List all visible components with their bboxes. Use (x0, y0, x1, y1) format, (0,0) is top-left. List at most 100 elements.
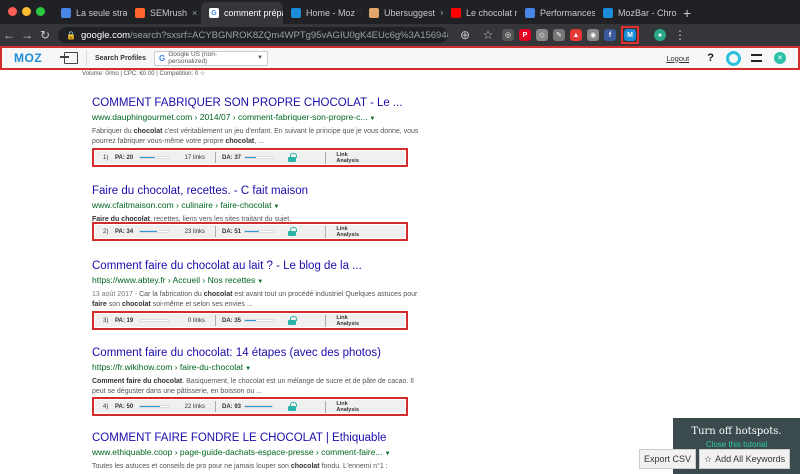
extension-icon[interactable]: ◎ (502, 29, 514, 41)
result-snippet: Toutes les astuces et conseils de pro po… (92, 463, 388, 470)
add-all-keywords-label: Add All Keywords (715, 454, 786, 464)
result-rank: 1) (103, 154, 109, 161)
hotspot-title: Turn off hotspots. (691, 426, 782, 437)
browser-tab[interactable]: MozBar - Chrom× (595, 2, 677, 24)
page-authority: PA: 19 (115, 317, 134, 324)
pa-bar-fill (140, 406, 160, 407)
divider (215, 315, 216, 326)
red-extension-icon[interactable]: ▲ (570, 29, 582, 41)
highlight-icon[interactable] (751, 54, 762, 62)
link-analysis-link[interactable]: Link Analysis (325, 225, 359, 238)
google-icon: G (158, 53, 166, 63)
search-profiles-label: Search Profiles (95, 54, 146, 62)
pa-bar (139, 319, 169, 322)
pa-bar-fill (140, 157, 156, 158)
extensions-row: ⊕ ☆ ◎ P ◇ ✎ ▲ ◉ f M ● ⋮ (456, 26, 689, 44)
chevron-down-icon[interactable]: ▼ (369, 116, 375, 122)
pinterest-icon[interactable]: P (519, 29, 531, 41)
lock-icon[interactable] (288, 153, 297, 162)
browser-tab[interactable]: Ubersuggest × (361, 2, 443, 24)
browser-tab[interactable]: Gcomment prépar× (201, 2, 283, 24)
metrics-inner: 1) PA: 20 17 links DA: 37 Link Analysis (95, 151, 405, 164)
result-title-link[interactable]: Comment faire du chocolat: 14 étapes (av… (92, 346, 432, 360)
close-tutorial-link[interactable]: Close this tutorial (673, 440, 800, 449)
result-url-text: https://fr.wikihow.com › faire-du-chocol… (92, 362, 244, 372)
link-analysis-link[interactable]: Link Analysis (325, 314, 359, 327)
browser-tab[interactable]: Home - Moz× (283, 2, 361, 24)
result-title-link[interactable]: COMMENT FABRIQUER SON PROPRE CHOCOLAT - … (92, 96, 432, 110)
result-url-text: https://www.abtey.fr › Accueil › Nos rec… (92, 275, 256, 285)
add-all-keywords-button[interactable]: ☆ Add All Keywords (699, 449, 791, 469)
maximize-window-button[interactable] (36, 7, 45, 16)
link-analysis-link[interactable]: Link Analysis (325, 151, 359, 164)
browser-tab[interactable]: SEMrush × (127, 2, 201, 24)
result-title-link[interactable]: COMMENT FAIRE FONDRE LE CHOCOLAT | Ethiq… (92, 431, 432, 445)
close-tab-icon[interactable]: × (192, 8, 197, 18)
url-field[interactable]: 🔒 google.com /search?sxsrf=ACYBGNROK8ZQm… (58, 27, 448, 43)
chevron-down-icon[interactable]: ▼ (385, 451, 391, 457)
reload-icon[interactable]: ↻ (36, 28, 54, 42)
pa-bar (139, 230, 169, 233)
moz-logo: MOZ (14, 51, 43, 65)
logout-link[interactable]: Logout (666, 54, 689, 63)
more-menu-icon[interactable]: ⋮ (671, 28, 689, 42)
result-snippet: Comment faire du chocolat. Basiquement, … (92, 378, 414, 395)
search-result: Comment faire du chocolat au lait ? - Le… (92, 259, 432, 310)
result-url[interactable]: www.ethiquable.coop › page-guide-dachats… (92, 446, 432, 460)
profile-avatar-icon[interactable]: ● (654, 29, 666, 41)
lock-icon[interactable] (288, 227, 297, 236)
chevron-down-icon[interactable]: ▼ (274, 204, 280, 210)
moz-icon (291, 8, 301, 18)
window-controls (0, 7, 53, 24)
tab-title: comment prépar (224, 8, 283, 18)
keyword-volume-line: Volume: 0/mo | CPC: €0.00 | Competition:… (82, 71, 206, 77)
tab-title: Performances (540, 8, 595, 18)
extension-icon[interactable]: ✎ (553, 29, 565, 41)
page-authority: PA: 20 (115, 154, 134, 161)
export-csv-button[interactable]: Export CSV (639, 449, 697, 469)
shield-icon[interactable]: ◇ (536, 29, 548, 41)
close-window-button[interactable] (8, 7, 17, 16)
search-result: Faire du chocolat, recettes. - C fait ma… (92, 184, 432, 225)
domain-authority: DA: 51 (222, 228, 242, 235)
doc-icon (525, 8, 535, 18)
star-icon[interactable]: ☆ (479, 28, 497, 42)
facebook-icon[interactable]: f (604, 29, 616, 41)
result-url[interactable]: https://www.abtey.fr › Accueil › Nos rec… (92, 274, 432, 288)
minimize-window-button[interactable] (22, 7, 31, 16)
close-icon[interactable]: ✕ (774, 52, 786, 64)
new-tab-button[interactable]: + (677, 5, 697, 24)
links-count: 0 links (187, 317, 205, 324)
camera-icon[interactable]: ◉ (587, 29, 599, 41)
browser-tab[interactable]: La seule stratégie× (53, 2, 127, 24)
help-icon[interactable]: ? (707, 52, 714, 64)
result-snippet: Fabriquer du chocolat c'est véritablemen… (92, 128, 419, 145)
link-analysis-link[interactable]: Link Analysis (325, 400, 359, 413)
mozbar-metrics-row: 2) PA: 34 23 links DA: 51 Link Analysis (92, 222, 408, 241)
back-icon[interactable]: ← (0, 28, 18, 42)
browser-tab[interactable]: Performances× (517, 2, 595, 24)
gear-icon[interactable] (726, 50, 741, 66)
domain-authority: DA: 35 (222, 317, 242, 324)
browser-tab[interactable]: Le chocolat noir× (443, 2, 517, 24)
tab-title: MozBar - Chrom (618, 8, 677, 18)
search-profile-select[interactable]: G Google US (non-personalized) ▼ (153, 50, 268, 66)
result-url[interactable]: www.cfaitmaison.com › culinaire › faire-… (92, 199, 432, 213)
forward-icon[interactable]: → (18, 28, 36, 42)
chevron-down-icon[interactable]: ▼ (245, 366, 251, 372)
result-url[interactable]: https://fr.wikihow.com › faire-du-chocol… (92, 361, 432, 375)
mozbar-metrics-row: 4) PA: 50 22 links DA: 93 Link Analysis (92, 397, 408, 416)
search-result: COMMENT FAIRE FONDRE LE CHOCOLAT | Ethiq… (92, 431, 432, 472)
lock-icon[interactable] (288, 402, 297, 411)
chevron-down-icon[interactable]: ▼ (257, 279, 263, 285)
result-title-link[interactable]: Faire du chocolat, recettes. - C fait ma… (92, 184, 432, 198)
exit-icon[interactable] (60, 52, 78, 64)
result-title-link[interactable]: Comment faire du chocolat au lait ? - Le… (92, 259, 432, 273)
avatar-icon (369, 8, 379, 18)
lock-icon[interactable] (288, 316, 297, 325)
mozbar-extension-icon[interactable]: M (624, 29, 636, 41)
result-url[interactable]: www.dauphingourmet.com › 2014/07 › comme… (92, 111, 432, 125)
tab-title: Home - Moz (306, 8, 356, 18)
links-count: 23 links (184, 228, 205, 235)
location-icon[interactable]: ⊕ (456, 28, 474, 42)
